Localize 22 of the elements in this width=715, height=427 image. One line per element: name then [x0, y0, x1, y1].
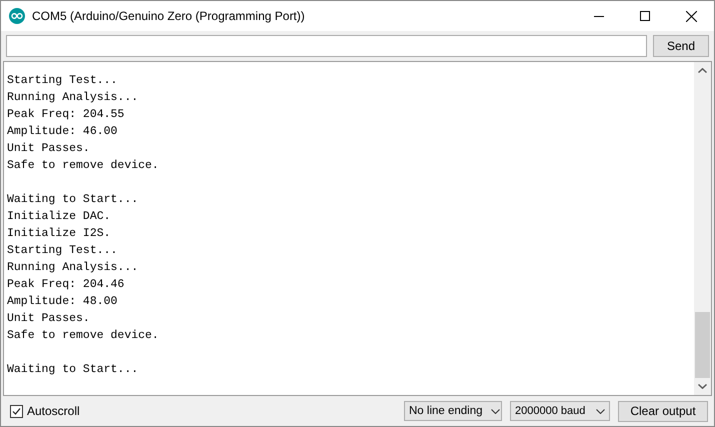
output-line: Unit Passes.: [7, 311, 91, 327]
output-line: Safe to remove device.: [7, 158, 160, 174]
autoscroll-label: Autoscroll: [27, 404, 80, 418]
baud-rate-dropdown[interactable]: 2000000 baud: [510, 401, 610, 421]
output-line: Running Analysis...: [7, 90, 140, 106]
output-line: Running Analysis...: [7, 260, 140, 276]
send-button[interactable]: Send: [653, 35, 709, 57]
output-line: Peak Freq: 204.55: [7, 107, 126, 123]
window-title: COM5 (Arduino/Genuino Zero (Programming Port)): [32, 9, 305, 23]
output-line: Peak Freq: 204.46: [7, 277, 126, 293]
clear-output-button[interactable]: Clear output: [618, 400, 708, 422]
output-line: Amplitude: 48.00: [7, 294, 118, 310]
output-line: Initialize I2S.: [7, 226, 112, 242]
output-line: Unit Passes.: [7, 141, 91, 157]
output-line: Starting Test...: [7, 243, 118, 259]
output-line: Starting Test...: [7, 73, 118, 89]
output-line: Amplitude: 46.00: [7, 124, 118, 140]
output-line: Initialize DAC.: [7, 209, 112, 225]
line-ending-dropdown[interactable]: No line ending: [404, 401, 502, 421]
output-line: Waiting to Start...: [7, 362, 140, 378]
output-line: Waiting to Start...: [7, 192, 140, 208]
output-line: Safe to remove device.: [7, 328, 160, 344]
